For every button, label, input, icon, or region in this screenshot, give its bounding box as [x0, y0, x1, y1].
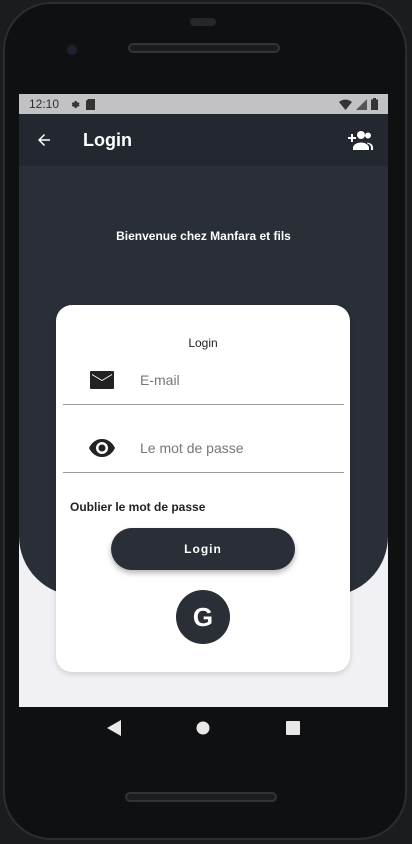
- page-title: Login: [83, 129, 132, 150]
- phone-device: 12:10 Login Bienvenue chez Manfara et fi…: [0, 0, 412, 844]
- add-user-button[interactable]: [332, 114, 388, 166]
- login-button[interactable]: Login: [111, 528, 295, 570]
- wifi-icon: [339, 99, 352, 110]
- mail-icon: [89, 367, 115, 393]
- password-input[interactable]: [140, 433, 335, 463]
- google-icon: G: [192, 601, 214, 632]
- earpiece-slot: [190, 18, 216, 26]
- bottom-speaker: [125, 792, 277, 802]
- add-user-icon: [348, 131, 373, 150]
- app-screen: 12:10 Login Bienvenue chez Manfara et fi…: [19, 94, 388, 707]
- eye-icon[interactable]: [89, 435, 115, 461]
- forgot-password-link[interactable]: Oublier le mot de passe: [70, 500, 205, 514]
- home-circle-icon: [196, 721, 210, 735]
- nav-recents-button[interactable]: [278, 713, 308, 743]
- login-card: Login Oublier le mot de passe Login G: [56, 305, 350, 672]
- status-bar: 12:10: [19, 94, 388, 114]
- sd-card-icon: [86, 98, 96, 110]
- status-right-icons: [339, 98, 378, 110]
- signal-icon: [356, 98, 367, 110]
- email-field: [63, 357, 344, 405]
- front-camera: [64, 42, 80, 58]
- nav-home-button[interactable]: [188, 713, 218, 743]
- recents-square-icon: [286, 721, 301, 735]
- back-button[interactable]: [19, 114, 69, 166]
- back-triangle-icon: [106, 720, 121, 736]
- top-speaker: [128, 43, 280, 53]
- google-signin-button[interactable]: G: [176, 590, 230, 644]
- app-bar: Login: [19, 114, 388, 166]
- arrow-left-icon: [38, 134, 50, 146]
- email-input[interactable]: [140, 365, 335, 395]
- password-field: [63, 425, 344, 473]
- status-time: 12:10: [29, 97, 60, 111]
- welcome-text: Bienvenue chez Manfara et fils: [116, 229, 291, 243]
- nav-back-button[interactable]: [99, 713, 129, 743]
- card-title: Login: [188, 336, 218, 350]
- battery-icon: [371, 98, 378, 110]
- gear-icon: [69, 99, 80, 110]
- system-nav-bar: [19, 707, 388, 749]
